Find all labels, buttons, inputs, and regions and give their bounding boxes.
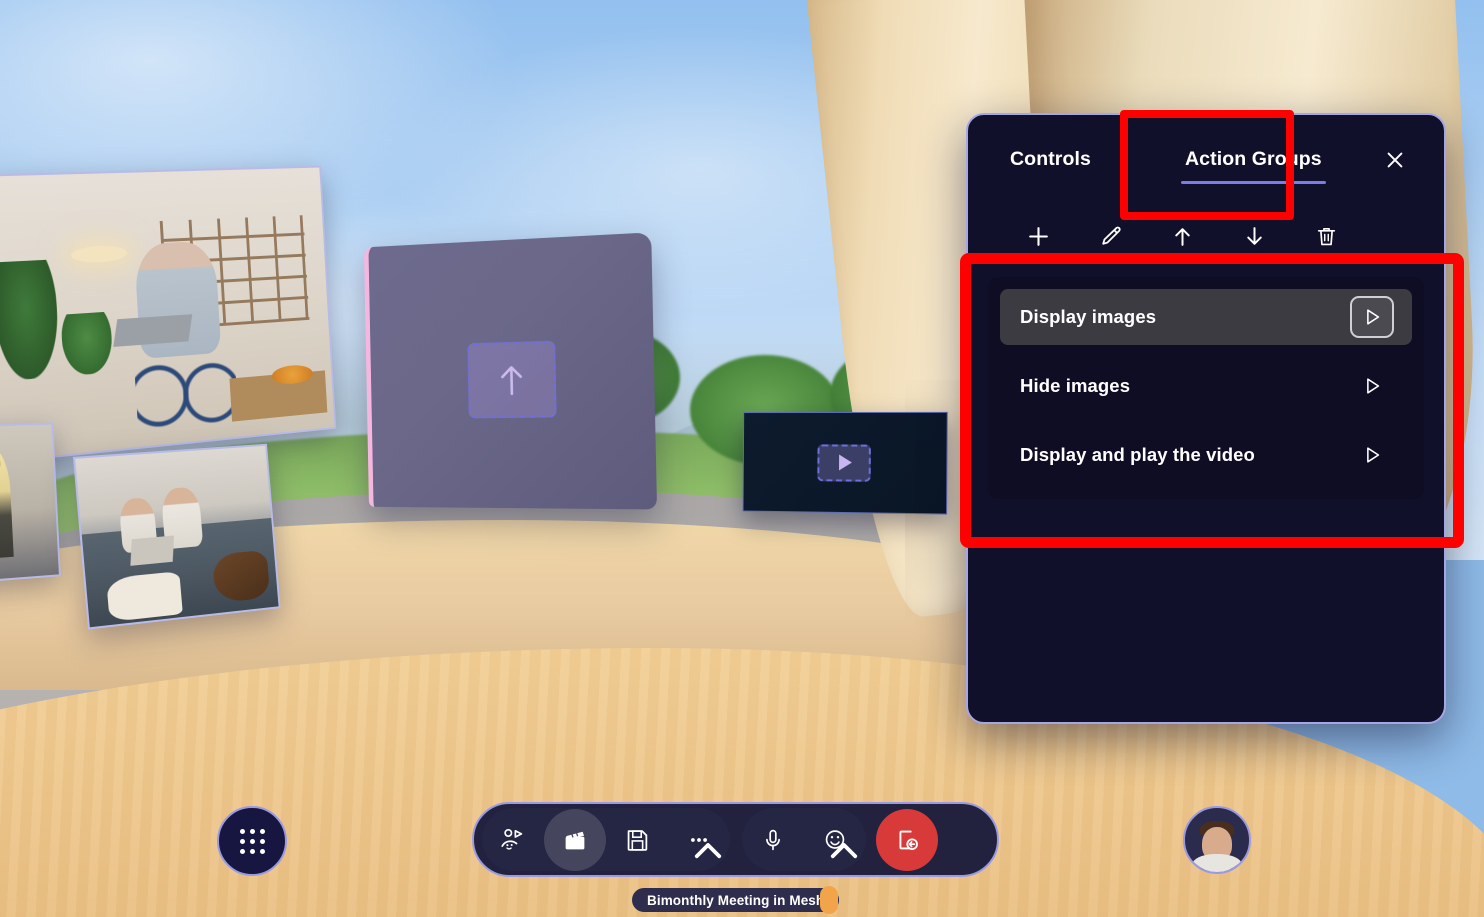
action-group-row[interactable]: Display and play the video xyxy=(1000,427,1412,483)
action-groups-panel: Controls Action Groups Display images Hi… xyxy=(966,113,1446,724)
video-screen-surface[interactable] xyxy=(742,411,948,515)
person-share-icon xyxy=(501,828,523,849)
play-icon xyxy=(1367,447,1380,463)
tab-controls[interactable]: Controls xyxy=(1006,139,1095,181)
action-group-name: Display images xyxy=(1020,306,1157,327)
play-group-button[interactable] xyxy=(1350,434,1394,476)
plant-detail xyxy=(0,259,61,382)
laptop-detail xyxy=(130,535,174,566)
play-icon xyxy=(1367,309,1380,325)
upload-arrow-icon xyxy=(497,362,527,399)
meeting-status-indicator xyxy=(820,886,838,914)
action-groups-list: Display images Hide images Display and p… xyxy=(988,277,1424,499)
photo-content xyxy=(0,167,335,462)
panel-tab-bar: Controls Action Groups xyxy=(968,115,1444,205)
plus-icon xyxy=(1028,226,1048,246)
user-avatar[interactable] xyxy=(1183,806,1251,874)
floppy-disk-icon xyxy=(627,829,648,851)
video-placeholder[interactable] xyxy=(816,443,871,482)
save-button[interactable] xyxy=(606,809,668,871)
tab-action-groups[interactable]: Action Groups xyxy=(1180,139,1326,184)
action-groups-toolbar xyxy=(968,205,1444,267)
person-detail xyxy=(0,447,15,560)
meeting-name-label: Bimonthly Meeting in Mesh xyxy=(632,888,840,912)
close-button[interactable] xyxy=(1378,143,1412,177)
photo-two-women-dog[interactable] xyxy=(72,443,281,630)
chevron-up-icon xyxy=(694,842,722,858)
arrow-up-icon xyxy=(1174,227,1190,246)
action-group-row[interactable]: Hide images xyxy=(1000,358,1412,414)
play-group-button[interactable] xyxy=(1350,296,1394,338)
photo-content xyxy=(75,445,279,628)
play-group-button[interactable] xyxy=(1350,365,1394,407)
grid-dots-icon xyxy=(239,828,265,854)
move-down-button[interactable] xyxy=(1218,213,1290,259)
avatar-torso xyxy=(1192,854,1242,872)
photo-content xyxy=(0,424,59,582)
microphone-icon xyxy=(766,829,780,850)
pencil-icon xyxy=(1101,226,1121,245)
more-options-button[interactable] xyxy=(668,809,730,871)
arrow-down-icon xyxy=(1246,226,1262,245)
photo-man-wheelchair[interactable] xyxy=(0,165,337,464)
play-triangle-icon xyxy=(838,454,852,471)
app-launcher-button[interactable] xyxy=(217,806,287,876)
trash-icon xyxy=(1317,227,1335,245)
play-icon xyxy=(1367,378,1380,394)
edit-group-button[interactable] xyxy=(1074,213,1146,259)
action-group-row[interactable]: Display images xyxy=(1000,289,1412,345)
upload-dropzone[interactable] xyxy=(467,340,557,419)
share-avatar-button[interactable] xyxy=(482,809,544,871)
empty-screen-surface[interactable] xyxy=(363,232,658,510)
reactions-button[interactable] xyxy=(804,809,866,871)
chevron-up-icon xyxy=(830,842,858,858)
lamp-detail xyxy=(70,244,128,264)
close-icon xyxy=(1387,152,1403,168)
photo-woman-smiling[interactable] xyxy=(0,422,61,584)
scripting-button[interactable] xyxy=(544,808,606,871)
leave-door-icon xyxy=(899,830,918,850)
toolbar-group-media xyxy=(742,808,866,871)
meeting-toolbar xyxy=(472,802,999,877)
delete-group-button[interactable] xyxy=(1290,213,1362,259)
action-group-name: Hide images xyxy=(1020,375,1131,396)
move-up-button[interactable] xyxy=(1146,213,1218,259)
toolbar-group-primary xyxy=(482,808,730,871)
microphone-button[interactable] xyxy=(742,809,804,871)
clapperboard-icon xyxy=(565,831,585,849)
add-group-button[interactable] xyxy=(1002,213,1074,259)
wheelchair-detail xyxy=(133,340,239,431)
leave-meeting-button[interactable] xyxy=(876,808,938,871)
plant-detail xyxy=(60,311,114,377)
action-group-name: Display and play the video xyxy=(1020,444,1255,465)
